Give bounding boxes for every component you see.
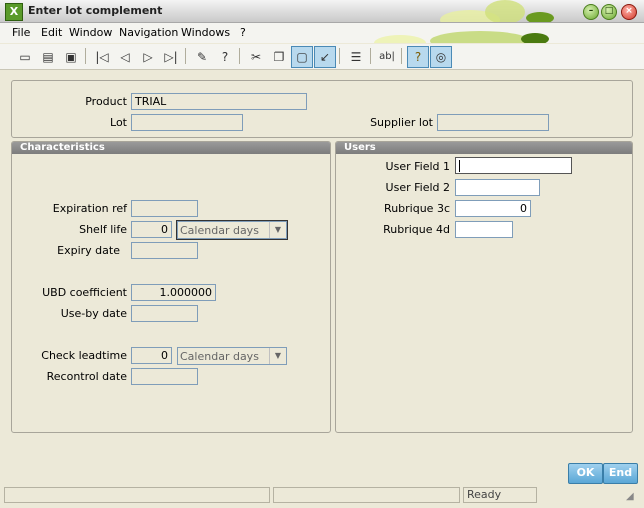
toolbar: ▭ ▤ ▣ |◁ ◁ ▷ ▷| ✎ ? ✂ ❐ ▢ ↙ ☰ ab| ? ◎	[0, 44, 644, 70]
help-icon[interactable]: ?	[214, 46, 236, 68]
close-button[interactable]: ×	[621, 4, 637, 20]
rubrique-4d-label: Rubrique 4d	[383, 223, 450, 236]
menu-bar: File Edit Window Navigation Windows ?	[0, 23, 644, 43]
expiry-date-label: Expiry date	[57, 244, 120, 257]
recontrol-date-label: Recontrol date	[46, 370, 127, 383]
print-preview-icon[interactable]: ▣	[60, 46, 82, 68]
minimize-button[interactable]: –	[583, 4, 599, 20]
menu-windows[interactable]: Windows	[181, 26, 230, 39]
user-field-1-input[interactable]	[455, 157, 572, 174]
attach-icon[interactable]: ✎	[191, 46, 213, 68]
toolbar-separator	[370, 48, 371, 64]
expiry-date-field[interactable]	[131, 242, 198, 259]
user-field-2-label: User Field 2	[385, 181, 450, 194]
question-icon[interactable]: ?	[407, 46, 429, 68]
status-field-1	[4, 487, 270, 503]
text-field-icon[interactable]: ab|	[376, 46, 398, 68]
chevron-down-icon[interactable]: ▼	[269, 222, 286, 238]
user-field-1-label: User Field 1	[385, 160, 450, 173]
toolbar-separator	[239, 48, 240, 64]
toolbar-separator	[85, 48, 86, 64]
tools-icon[interactable]: ✂	[245, 46, 267, 68]
first-record-icon[interactable]: |◁	[91, 46, 113, 68]
app-icon: X	[5, 3, 23, 21]
status-field-2	[273, 487, 460, 503]
characteristics-header: Characteristics	[12, 142, 330, 154]
export-icon[interactable]: ↙	[314, 46, 336, 68]
product-field[interactable]: TRIAL	[131, 93, 307, 110]
menu-file[interactable]: File	[12, 26, 30, 39]
previous-record-icon[interactable]: ◁	[114, 46, 136, 68]
toolbar-separator	[401, 48, 402, 64]
product-label: Product	[85, 95, 127, 108]
status-bar: Ready ◢	[0, 485, 644, 508]
resize-grip-icon[interactable]: ◢	[626, 491, 634, 502]
ok-button[interactable]: OK	[568, 463, 603, 484]
users-header: Users	[336, 142, 632, 154]
decorative-leaves-icon	[440, 0, 554, 22]
next-record-icon[interactable]: ▷	[137, 46, 159, 68]
supplier-lot-label: Supplier lot	[370, 116, 433, 129]
shelf-life-unit-select[interactable]: Calendar days ▼	[176, 220, 288, 240]
menu-edit[interactable]: Edit	[41, 26, 62, 39]
ubd-coefficient-label: UBD coefficient	[42, 286, 127, 299]
recontrol-date-field[interactable]	[131, 368, 198, 385]
end-button[interactable]: End	[603, 463, 638, 484]
shelf-life-label: Shelf life	[79, 223, 127, 236]
last-record-icon[interactable]: ▷|	[160, 46, 182, 68]
menu-help[interactable]: ?	[240, 26, 246, 39]
menu-window[interactable]: Window	[69, 26, 112, 39]
ubd-coefficient-field[interactable]: 1.000000	[131, 284, 216, 301]
check-leadtime-unit-select[interactable]: Calendar days ▼	[177, 347, 287, 365]
check-leadtime-unit-value: Calendar days	[180, 350, 259, 363]
menu-navigation[interactable]: Navigation	[119, 26, 178, 39]
rubrique-3c-input[interactable]: 0	[455, 200, 531, 217]
lot-label: Lot	[110, 116, 127, 129]
chevron-down-icon[interactable]: ▼	[269, 348, 286, 364]
text-cursor	[459, 160, 460, 172]
rubrique-3c-label: Rubrique 3c	[384, 202, 450, 215]
expiration-ref-field[interactable]	[131, 200, 198, 217]
status-state: Ready	[463, 487, 537, 503]
shelf-life-field[interactable]: 0	[131, 221, 172, 238]
rubrique-4d-input[interactable]	[455, 221, 513, 238]
window-icon[interactable]: ▢	[291, 46, 313, 68]
toolbar-separator	[185, 48, 186, 64]
supplier-lot-field[interactable]	[437, 114, 549, 131]
window-title: Enter lot complement	[28, 4, 163, 17]
toolbar-separator	[339, 48, 340, 64]
check-leadtime-field[interactable]: 0	[131, 347, 172, 364]
decorative-swirl-icon	[374, 31, 549, 43]
zoom-icon[interactable]: ◎	[430, 46, 452, 68]
shelf-life-unit-value: Calendar days	[180, 224, 259, 237]
maximize-button[interactable]: □	[601, 4, 617, 20]
user-field-2-input[interactable]	[455, 179, 540, 196]
use-by-date-label: Use-by date	[60, 307, 127, 320]
form-icon[interactable]: ☰	[345, 46, 367, 68]
lot-field[interactable]	[131, 114, 243, 131]
check-leadtime-label: Check leadtime	[41, 349, 127, 362]
copy-icon[interactable]: ❐	[268, 46, 290, 68]
expiration-ref-label: Expiration ref	[52, 202, 127, 215]
new-icon[interactable]: ▭	[14, 46, 36, 68]
use-by-date-field[interactable]	[131, 305, 198, 322]
title-bar[interactable]: X Enter lot complement – □ ×	[0, 0, 644, 23]
print-icon[interactable]: ▤	[37, 46, 59, 68]
